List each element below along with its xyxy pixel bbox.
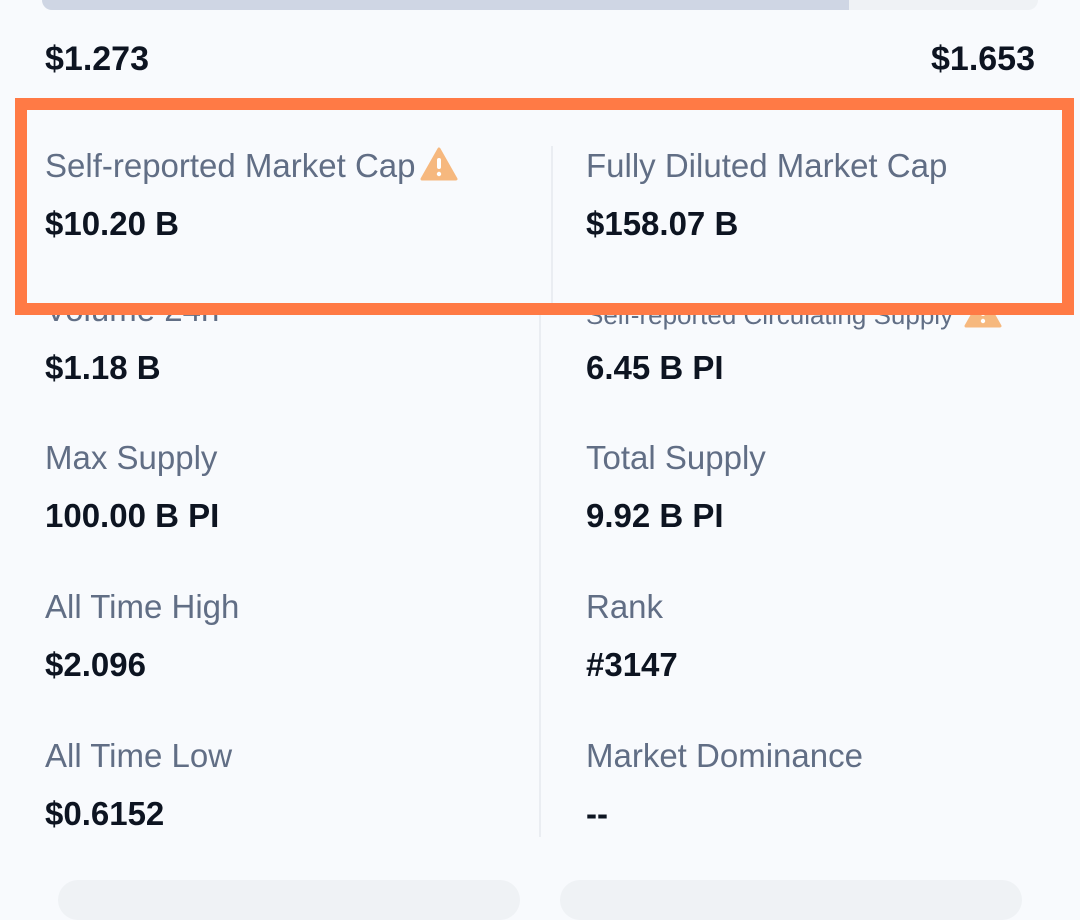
highlight-box: Self-reported Market Cap $10.20 B Fully … bbox=[15, 98, 1074, 315]
stat-label: Market Dominance bbox=[586, 737, 863, 774]
stat-label-text: Self-reported Market Cap bbox=[45, 147, 416, 184]
stat-value: $10.20 B bbox=[45, 205, 179, 242]
stat-label: Self-reported Market Cap bbox=[45, 146, 458, 186]
stat-label: Max Supply bbox=[45, 439, 218, 476]
stat-value: #3147 bbox=[586, 646, 678, 683]
stat-label: All Time High bbox=[45, 588, 240, 625]
stat-value: -- bbox=[586, 795, 608, 832]
stat-value: $158.07 B bbox=[586, 205, 739, 242]
stat-label: Fully Diluted Market Cap bbox=[586, 147, 948, 184]
price-range-bar bbox=[42, 0, 1038, 10]
bottom-button-right[interactable] bbox=[560, 880, 1022, 920]
stat-label: Total Supply bbox=[586, 439, 766, 476]
stat-value: 6.45 B PI bbox=[586, 349, 724, 386]
stat-value: 100.00 B PI bbox=[45, 497, 220, 534]
price-range-high: $1.653 bbox=[931, 40, 1035, 78]
stat-value: $0.6152 bbox=[45, 795, 165, 832]
bottom-button-left[interactable] bbox=[58, 880, 520, 920]
warning-triangle-icon[interactable] bbox=[420, 147, 458, 181]
column-divider bbox=[551, 146, 553, 303]
stat-value: 9.92 B PI bbox=[586, 497, 724, 534]
stat-label: Rank bbox=[586, 588, 664, 625]
stat-value: $1.18 B bbox=[45, 349, 161, 386]
price-range-fill bbox=[42, 0, 849, 10]
price-range-low: $1.273 bbox=[45, 40, 149, 78]
stat-label: All Time Low bbox=[45, 737, 233, 774]
stat-value: $2.096 bbox=[45, 646, 146, 683]
